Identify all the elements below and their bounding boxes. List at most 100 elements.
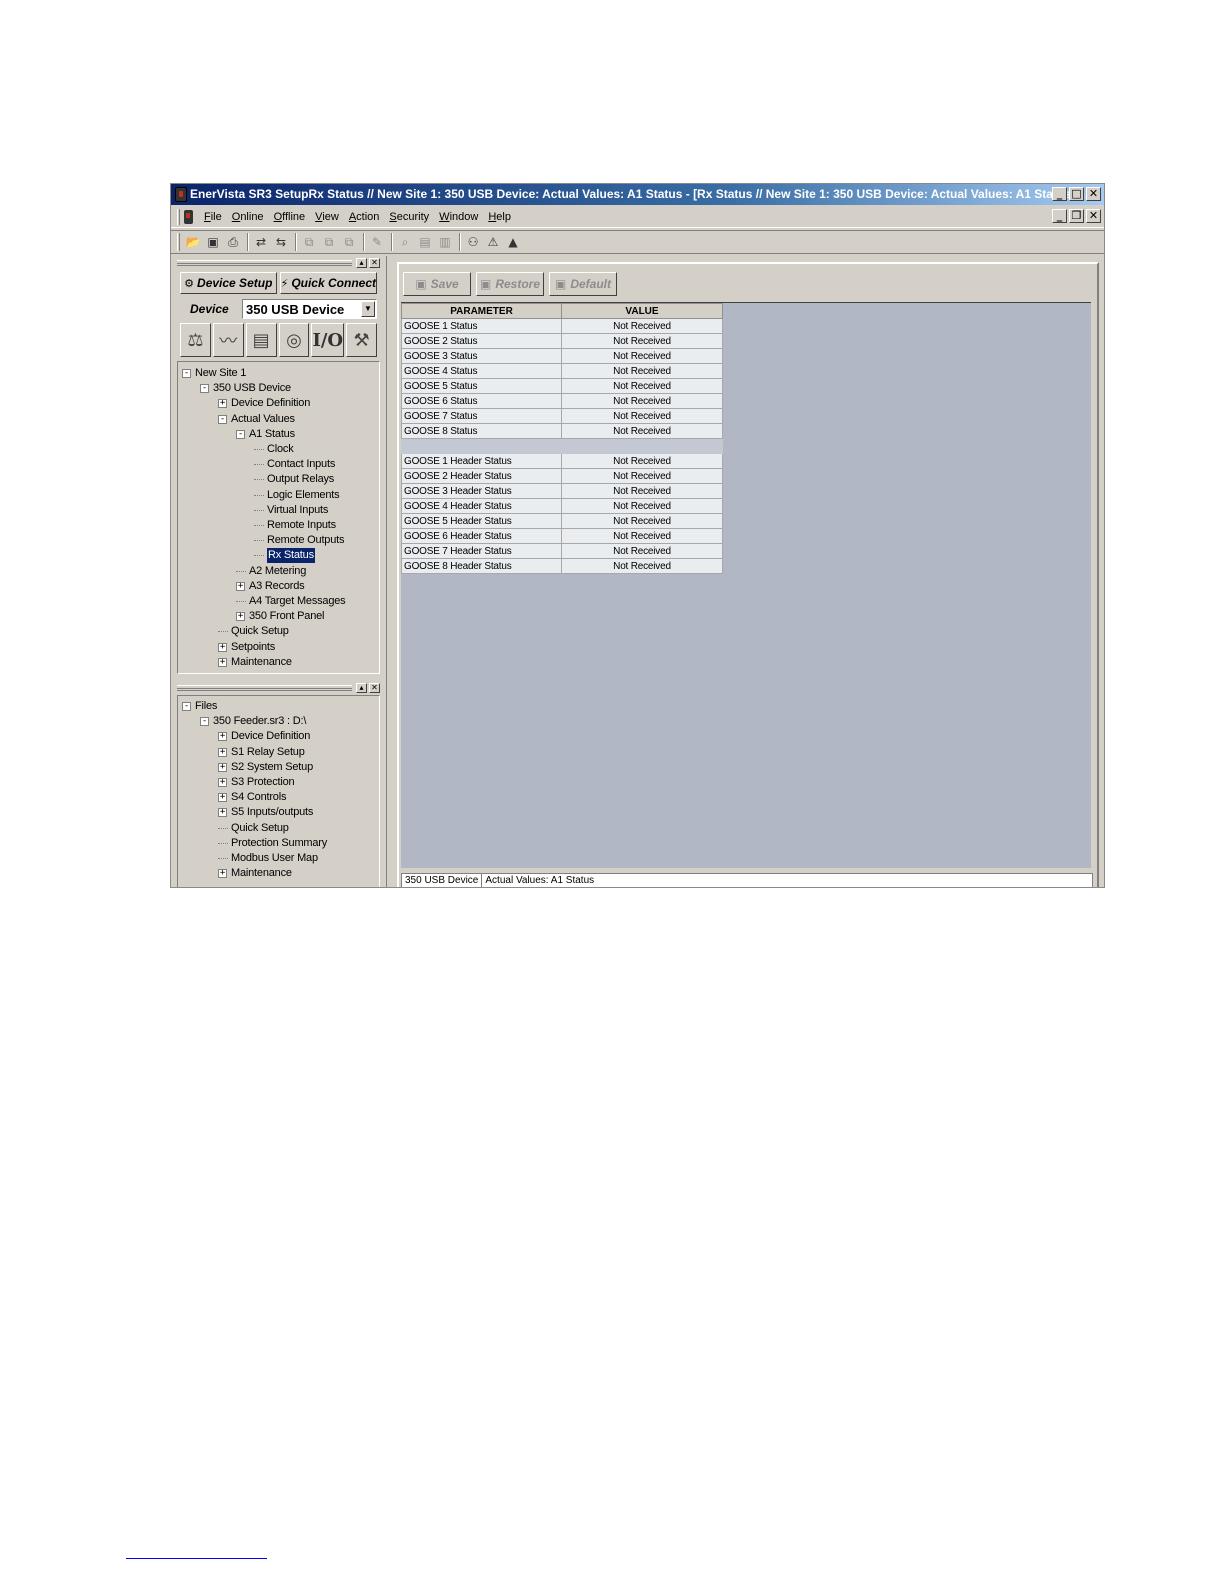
- expand-icon[interactable]: +: [218, 778, 227, 787]
- waveform-icon[interactable]: ▥: [436, 233, 454, 251]
- table-row[interactable]: GOOSE 2 Status Not Received: [401, 333, 723, 349]
- edit-icon[interactable]: ✎: [368, 233, 386, 251]
- tree-item[interactable]: + S3 Protection: [218, 775, 295, 790]
- event-icon[interactable]: ⚠: [484, 233, 502, 251]
- tree-item[interactable]: - Actual Values: [218, 412, 295, 427]
- expand-icon[interactable]: +: [236, 612, 245, 622]
- tree-item[interactable]: + Maintenance: [218, 866, 292, 881]
- expand-icon[interactable]: +: [218, 642, 227, 652]
- tree-item[interactable]: Output Relays: [254, 472, 334, 487]
- minimize-button[interactable]: _: [1052, 187, 1067, 201]
- panel-grip[interactable]: [177, 260, 352, 266]
- chevron-down-icon[interactable]: ▼: [361, 301, 375, 317]
- tree-item[interactable]: Quick Setup: [218, 624, 289, 639]
- menu-online[interactable]: Online: [227, 211, 269, 223]
- tree-item[interactable]: Contact Inputs: [254, 457, 335, 472]
- panel-close-button[interactable]: ✕: [369, 258, 380, 268]
- table-row[interactable]: GOOSE 3 Status Not Received: [401, 348, 723, 364]
- menu-help[interactable]: Help: [483, 211, 516, 223]
- disconnect-icon[interactable]: ⇆: [272, 233, 290, 251]
- tree-item[interactable]: -350 Feeder.sr3 : D:\: [200, 714, 306, 729]
- tree-item[interactable]: Remote Outputs: [254, 533, 344, 548]
- column-header-value[interactable]: VALUE: [561, 303, 723, 319]
- table-row[interactable]: GOOSE 6 Header Status Not Received: [401, 528, 723, 544]
- menu-window[interactable]: Window: [434, 211, 483, 223]
- collapse-icon[interactable]: -: [200, 717, 209, 727]
- tree-item[interactable]: Remote Inputs: [254, 518, 336, 533]
- column-header-parameter[interactable]: PARAMETER: [401, 303, 562, 319]
- restore-button[interactable]: ▣ Restore: [476, 272, 544, 296]
- tree-item[interactable]: -350 USB Device: [200, 381, 291, 396]
- tree-item[interactable]: - Files: [182, 699, 217, 714]
- binoculars-icon[interactable]: ⚇: [464, 233, 482, 251]
- tab-quick-connect[interactable]: ⚡ Quick Connect: [279, 272, 377, 294]
- device-select[interactable]: 350 USB Device ▼: [242, 299, 377, 319]
- menu-security[interactable]: Security: [384, 211, 434, 223]
- collapse-icon[interactable]: -: [182, 369, 191, 378]
- tree-item[interactable]: + Maintenance: [218, 655, 292, 670]
- table-row[interactable]: GOOSE 1 Status Not Received: [401, 318, 723, 334]
- close-button[interactable]: ✕: [1086, 187, 1101, 201]
- table-row[interactable]: GOOSE 8 Header Status Not Received: [401, 558, 723, 574]
- table-row[interactable]: GOOSE 4 Status Not Received: [401, 363, 723, 379]
- panel-grip[interactable]: [177, 685, 352, 691]
- tree-item[interactable]: Rx Status: [254, 548, 315, 564]
- menu-action[interactable]: Action: [344, 211, 385, 223]
- compare-icon[interactable]: ⧉: [340, 233, 358, 251]
- io-icon[interactable]: I/O: [311, 323, 345, 357]
- table-row[interactable]: GOOSE 6 Status Not Received: [401, 393, 723, 409]
- table-row[interactable]: GOOSE 5 Header Status Not Received: [401, 513, 723, 529]
- document-icon[interactable]: [184, 209, 193, 224]
- connect-icon[interactable]: ⇄: [252, 233, 270, 251]
- tree-item[interactable]: Logic Elements: [254, 488, 340, 503]
- tree-item[interactable]: Protection Summary: [218, 836, 327, 851]
- tree-item[interactable]: A2 Metering: [236, 564, 306, 579]
- save-button[interactable]: ▣ Save: [403, 272, 471, 296]
- paste-settings-icon[interactable]: ⧉: [320, 233, 338, 251]
- tree-item[interactable]: + A3 Records: [236, 579, 305, 594]
- print-icon[interactable]: ⎙: [224, 233, 242, 251]
- tree-item[interactable]: + Device Definition: [218, 729, 310, 744]
- table-row[interactable]: GOOSE 2 Header Status Not Received: [401, 468, 723, 484]
- expand-icon[interactable]: +: [218, 657, 227, 667]
- collapse-icon[interactable]: -: [200, 384, 209, 394]
- tree-item[interactable]: + Setpoints: [218, 640, 275, 655]
- phasor-icon[interactable]: ◎: [278, 323, 310, 357]
- tree-item[interactable]: + S5 Inputs/outputs: [218, 805, 313, 820]
- child-restore-button[interactable]: ❐: [1069, 209, 1084, 223]
- expand-icon[interactable]: +: [218, 762, 227, 772]
- tree-item[interactable]: Clock: [254, 442, 294, 457]
- zoom-icon[interactable]: ⌕: [396, 233, 414, 251]
- trend-icon[interactable]: ▤: [416, 233, 434, 251]
- expand-icon[interactable]: +: [218, 747, 227, 757]
- maximize-button[interactable]: □: [1069, 187, 1084, 201]
- menu-view[interactable]: View: [310, 211, 344, 223]
- panel-collapse-button[interactable]: ▴: [356, 683, 367, 693]
- tree-item[interactable]: + S2 System Setup: [218, 760, 313, 775]
- table-row[interactable]: GOOSE 1 Header Status Not Received: [401, 453, 723, 469]
- tab-device-setup[interactable]: ⚙ Device Setup: [180, 272, 277, 294]
- tree-item[interactable]: A4 Target Messages: [236, 594, 346, 609]
- expand-icon[interactable]: +: [218, 732, 227, 742]
- expand-icon[interactable]: +: [218, 808, 227, 818]
- expand-icon[interactable]: +: [218, 869, 227, 879]
- open-icon[interactable]: 📂: [184, 233, 202, 251]
- tools-icon[interactable]: ⚒: [346, 323, 377, 357]
- copy-settings-icon[interactable]: ⧉: [300, 233, 318, 251]
- expand-icon[interactable]: +: [218, 399, 227, 409]
- menu-offline[interactable]: Offline: [269, 211, 311, 223]
- tree-item[interactable]: - New Site 1: [182, 366, 246, 381]
- tree-item[interactable]: + Device Definition: [218, 396, 310, 411]
- menu-file[interactable]: File: [199, 211, 227, 223]
- default-button[interactable]: ▣ Default: [549, 272, 617, 296]
- collapse-icon[interactable]: -: [182, 702, 191, 711]
- child-close-button[interactable]: ✕: [1086, 209, 1101, 223]
- collapse-icon[interactable]: -: [218, 414, 227, 424]
- tree-item[interactable]: Virtual Inputs: [254, 503, 328, 518]
- save-icon[interactable]: ▣: [204, 233, 222, 251]
- collapse-icon[interactable]: -: [236, 429, 245, 439]
- table-row[interactable]: GOOSE 5 Status Not Received: [401, 378, 723, 394]
- tree-item[interactable]: Quick Setup: [218, 821, 289, 836]
- table-row[interactable]: GOOSE 4 Header Status Not Received: [401, 498, 723, 514]
- tree-item[interactable]: + S1 Relay Setup: [218, 745, 305, 760]
